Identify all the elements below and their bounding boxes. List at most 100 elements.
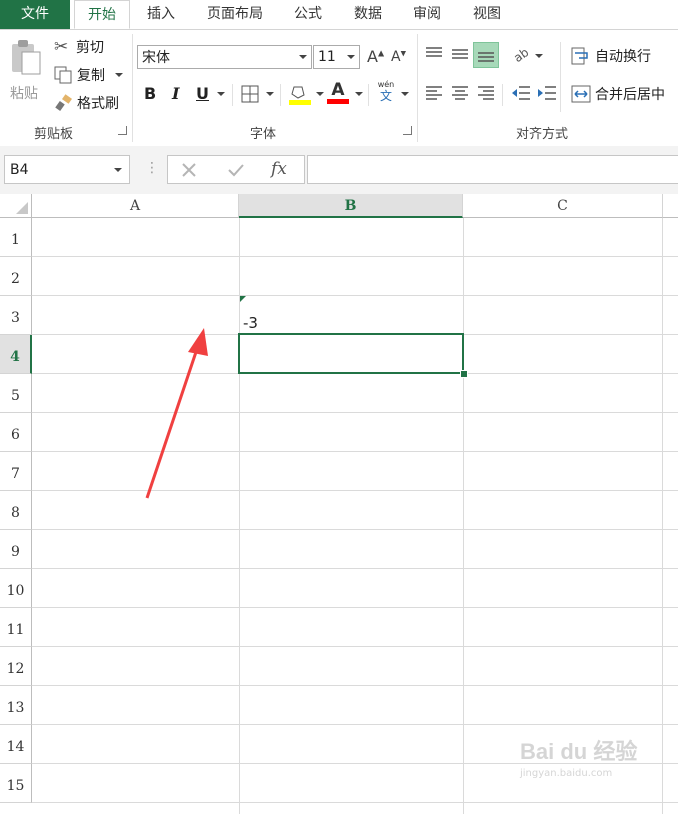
tab-formulas[interactable]: 公式 [283,0,333,29]
row-header-6[interactable]: 6 [0,413,32,452]
column-header-a[interactable]: A [32,194,239,218]
tab-file[interactable]: 文件 [0,0,70,29]
grow-font-button[interactable]: A▲ [367,47,384,66]
fill-handle[interactable] [460,370,468,378]
cancel-icon[interactable] [181,162,197,178]
row-header-15[interactable]: 15 [0,764,32,803]
alignment-group-label: 对齐方式 [516,127,569,142]
group-separator [502,84,503,106]
more-icon[interactable]: ⋮ [145,160,159,176]
underline-button[interactable]: U [196,84,209,103]
row-header-14[interactable]: 14 [0,725,32,764]
chevron-down-icon [299,55,307,59]
align-center-icon[interactable] [451,85,469,101]
gridline [32,256,678,257]
row-header-4[interactable]: 4 [0,335,32,374]
fill-color-dropdown-icon[interactable] [316,92,324,96]
gridline [32,685,678,686]
chevron-down-icon [114,167,122,172]
cell-b3[interactable]: -3 [243,314,258,332]
align-middle-icon[interactable] [451,45,469,63]
group-separator [560,42,561,112]
borders-dropdown-icon[interactable] [266,92,274,96]
row-header-3[interactable]: 3 [0,296,32,335]
enter-icon[interactable] [227,162,245,178]
align-right-icon[interactable] [477,85,495,101]
orientation-dropdown-icon[interactable] [535,54,543,58]
scissors-icon: ✂ [54,37,69,57]
formula-bar: B4 ⋮ fx [0,146,678,194]
italic-button[interactable]: I [172,84,179,103]
bold-button[interactable]: B [144,84,156,103]
phonetic-bottom: 文 [379,89,392,103]
borders-icon[interactable] [241,85,259,103]
increase-indent-icon[interactable] [537,85,557,101]
phonetic-button[interactable]: wén 文 [375,80,397,103]
formula-input[interactable] [307,155,678,184]
tab-home[interactable]: 开始 [74,0,130,29]
row-header-13[interactable]: 13 [0,686,32,725]
font-launcher-icon[interactable] [403,126,412,135]
row-header-9[interactable]: 9 [0,530,32,569]
row-header-12[interactable]: 12 [0,647,32,686]
selected-cell-b4[interactable] [238,333,464,374]
shrink-font-icon: A [391,49,401,65]
font-color-dropdown-icon[interactable] [355,92,363,96]
cut-label: 剪切 [76,40,104,56]
select-all-button[interactable] [0,194,32,218]
fill-color-icon[interactable] [289,83,311,105]
annotation-arrow-icon [145,328,208,499]
copy-icon [54,66,72,84]
font-name-select[interactable]: 宋体 [137,45,312,69]
font-size-select[interactable]: 11 [313,45,360,69]
font-color-button[interactable]: A [327,80,349,104]
font-color-icon: A [331,80,345,100]
wrap-text-button[interactable]: 自动换行 [571,46,651,66]
row-header-10[interactable]: 10 [0,569,32,608]
tab-view[interactable]: 视图 [462,0,512,29]
align-top-icon[interactable] [425,45,443,63]
insert-function-icon[interactable]: fx [271,159,287,179]
gridline [32,646,678,647]
tab-data[interactable]: 数据 [343,0,393,29]
clipboard-group-label: 剪贴板 [34,127,74,142]
orientation-icon[interactable]: ab [511,44,531,64]
format-painter-button[interactable]: 格式刷 [54,92,119,114]
font-group-label: 字体 [250,127,277,142]
wrap-text-icon [571,47,588,65]
name-box[interactable]: B4 [4,155,130,184]
paste-button[interactable]: 粘贴 [4,36,50,102]
tab-page-layout[interactable]: 页面布局 [196,0,274,29]
shrink-font-button[interactable]: A▼ [391,49,406,65]
column-header-c[interactable]: C [463,194,663,218]
error-indicator-icon[interactable] [240,296,246,302]
column-header-d[interactable] [663,194,678,218]
row-header-11[interactable]: 11 [0,608,32,647]
wrap-text-label: 自动换行 [595,49,651,65]
tab-review[interactable]: 审阅 [402,0,452,29]
align-left-icon[interactable] [425,85,443,101]
merge-center-button[interactable]: 合并后居中 [571,84,665,104]
tab-insert[interactable]: 插入 [137,0,185,29]
name-box-value: B4 [10,161,29,178]
underline-dropdown-icon[interactable] [217,92,225,96]
cut-button[interactable]: ✂ 剪切 [54,36,104,58]
copy-button[interactable]: 复制 [54,64,123,86]
row-header-8[interactable]: 8 [0,491,32,530]
align-bottom-icon [478,52,494,62]
decrease-indent-icon[interactable] [511,85,531,101]
row-header-7[interactable]: 7 [0,452,32,491]
clipboard-launcher-icon[interactable] [118,126,127,135]
spreadsheet-grid: A B C 1 2 3 4 5 6 7 8 9 10 11 12 13 14 15 -3 Bai du 经验… [0,194,678,814]
row-header-5[interactable]: 5 [0,374,32,413]
grow-font-icon: A [367,47,378,66]
phonetic-dropdown-icon[interactable] [401,92,409,96]
align-bottom-button[interactable] [473,42,499,68]
row-header-2[interactable]: 2 [0,257,32,296]
formula-buttons: fx [167,155,305,184]
row-header-1[interactable]: 1 [0,218,32,257]
gridline [32,295,678,296]
group-separator [132,34,133,142]
copy-dropdown-icon[interactable] [115,73,123,77]
column-header-b[interactable]: B [239,194,463,218]
